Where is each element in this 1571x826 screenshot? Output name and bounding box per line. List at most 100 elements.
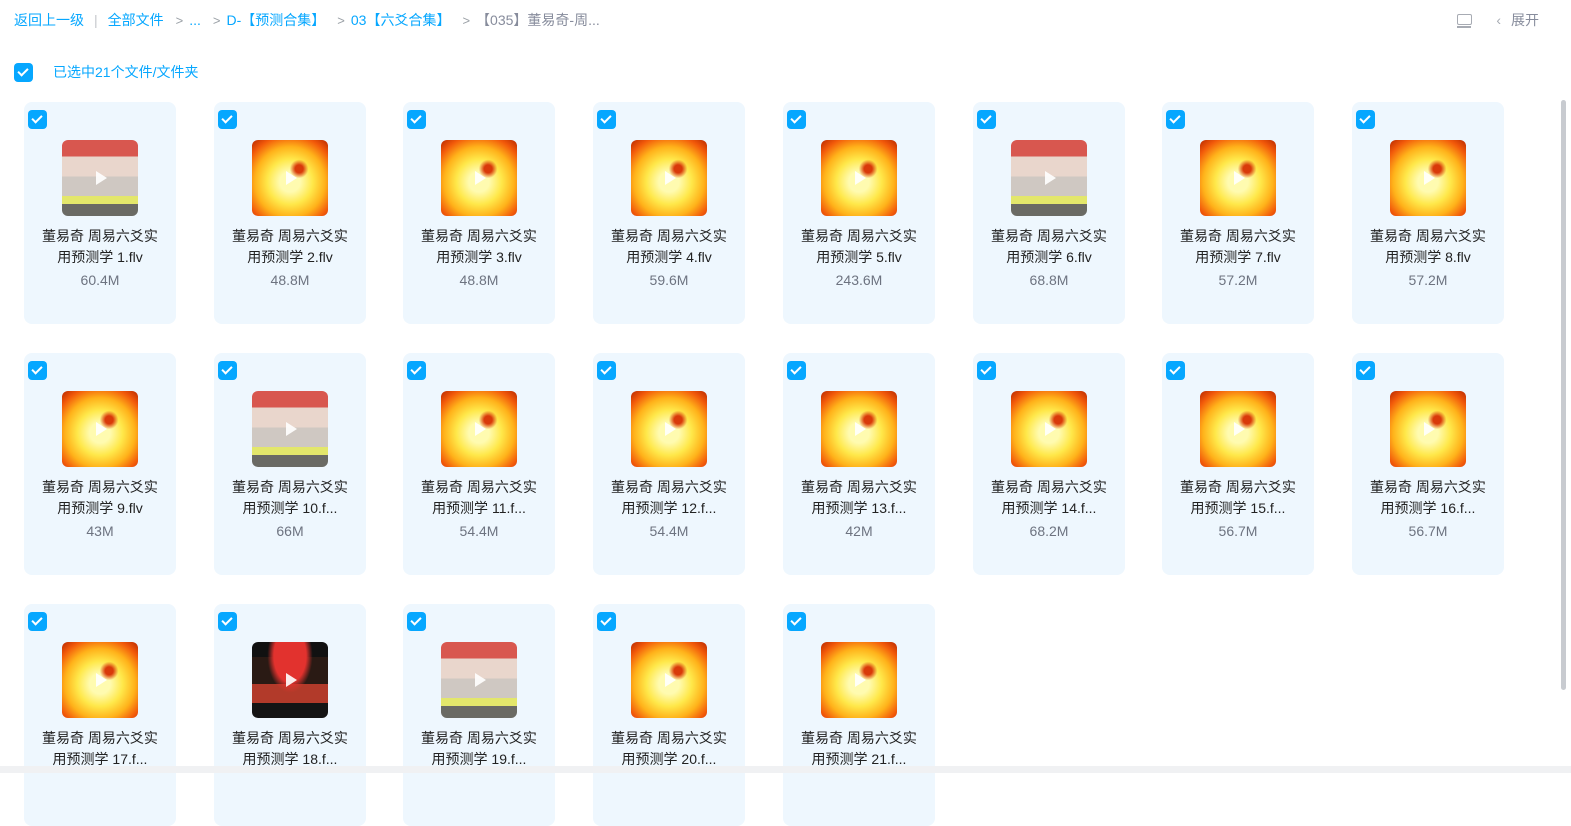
play-icon — [665, 422, 676, 436]
file-checkbox[interactable] — [407, 110, 426, 129]
file-card[interactable]: 董易奇 周易六爻实 用预测学 15.f... 56.7M — [1162, 353, 1314, 575]
play-icon — [286, 673, 297, 687]
file-card[interactable]: 董易奇 周易六爻实 用预测学 6.flv 68.8M — [973, 102, 1125, 324]
file-card[interactable]: 董易奇 周易六爻实 用预测学 18.f... — [214, 604, 366, 826]
video-thumbnail — [62, 642, 138, 718]
file-size: 59.6M — [649, 272, 689, 288]
file-card[interactable]: 董易奇 周易六爻实 用预测学 13.f... 42M — [783, 353, 935, 575]
file-name-line: 用预测学 5.flv — [816, 249, 902, 265]
breadcrumb: 返回上一级 | 全部文件 > ... > D-【预测合集】 > 03【六爻合集】… — [0, 0, 1571, 40]
file-name: 董易奇 周易六爻实 用预测学 11.f... — [411, 477, 547, 519]
file-card[interactable]: 董易奇 周易六爻实 用预测学 19.f... — [403, 604, 555, 826]
check-icon — [600, 112, 612, 124]
video-thumbnail — [1200, 391, 1276, 467]
file-checkbox[interactable] — [977, 361, 996, 380]
vertical-scrollbar[interactable] — [1561, 100, 1566, 690]
video-thumbnail — [441, 642, 517, 718]
file-card[interactable]: 董易奇 周易六爻实 用预测学 17.f... — [24, 604, 176, 826]
check-icon — [1169, 363, 1181, 375]
expand-button[interactable]: ‹ 展开 — [1496, 10, 1539, 30]
file-size: 54.4M — [649, 523, 689, 539]
video-thumbnail — [1200, 140, 1276, 216]
file-name-line: 用预测学 4.flv — [626, 249, 712, 265]
file-name: 董易奇 周易六爻实 用预测学 1.flv — [32, 226, 168, 268]
file-card[interactable]: 董易奇 周易六爻实 用预测学 7.flv 57.2M — [1162, 102, 1314, 324]
file-name: 董易奇 周易六爻实 用预测学 8.flv — [1360, 226, 1496, 268]
file-checkbox[interactable] — [218, 110, 237, 129]
check-icon — [790, 363, 802, 375]
play-icon — [855, 673, 866, 687]
file-checkbox[interactable] — [28, 612, 47, 631]
file-card[interactable]: 董易奇 周易六爻实 用预测学 20.f... — [593, 604, 745, 826]
file-card[interactable]: 董易奇 周易六爻实 用预测学 8.flv 57.2M — [1352, 102, 1504, 324]
file-checkbox[interactable] — [787, 361, 806, 380]
file-checkbox[interactable] — [977, 110, 996, 129]
file-name: 董易奇 周易六爻实 用预测学 13.f... — [791, 477, 927, 519]
video-thumbnail — [1011, 140, 1087, 216]
file-card[interactable]: 董易奇 周易六爻实 用预测学 14.f... 68.2M — [973, 353, 1125, 575]
file-checkbox[interactable] — [218, 361, 237, 380]
file-name-line: 用预测学 11.f... — [432, 500, 526, 516]
file-checkbox[interactable] — [597, 612, 616, 631]
select-all-checkbox[interactable] — [14, 62, 33, 82]
file-checkbox[interactable] — [1166, 110, 1185, 129]
play-icon — [475, 673, 486, 687]
file-card[interactable]: 董易奇 周易六爻实 用预测学 3.flv 48.8M — [403, 102, 555, 324]
video-thumbnail — [1011, 391, 1087, 467]
file-checkbox[interactable] — [597, 361, 616, 380]
check-icon — [31, 614, 43, 626]
back-link[interactable]: 返回上一级 — [14, 10, 84, 30]
file-card[interactable]: 董易奇 周易六爻实 用预测学 21.f... — [783, 604, 935, 826]
breadcrumb-level1[interactable]: D-【预测合集】 — [227, 10, 326, 30]
file-checkbox[interactable] — [28, 110, 47, 129]
toolbar: ‹ 展开 — [1456, 10, 1539, 30]
file-name-line: 董易奇 周易六爻实 — [421, 228, 537, 244]
file-checkbox[interactable] — [787, 612, 806, 631]
file-checkbox[interactable] — [28, 361, 47, 380]
file-card[interactable]: 董易奇 周易六爻实 用预测学 16.f... 56.7M — [1352, 353, 1504, 575]
play-icon — [1424, 422, 1435, 436]
file-card[interactable]: 董易奇 周易六爻实 用预测学 1.flv 60.4M — [24, 102, 176, 324]
file-name-line: 董易奇 周易六爻实 — [991, 228, 1107, 244]
play-icon — [1045, 422, 1056, 436]
file-name: 董易奇 周易六爻实 用预测学 3.flv — [411, 226, 547, 268]
breadcrumb-all-files[interactable]: 全部文件 — [108, 10, 164, 30]
file-checkbox[interactable] — [218, 612, 237, 631]
file-size: 48.8M — [270, 272, 310, 288]
file-card[interactable]: 董易奇 周易六爻实 用预测学 5.flv 243.6M — [783, 102, 935, 324]
list-view-icon[interactable] — [1456, 12, 1473, 28]
file-checkbox[interactable] — [1356, 361, 1375, 380]
play-icon — [665, 171, 676, 185]
file-card[interactable]: 董易奇 周易六爻实 用预测学 10.f... 66M — [214, 353, 366, 575]
breadcrumb-divider: | — [94, 12, 98, 28]
file-name: 董易奇 周易六爻实 用预测学 15.f... — [1170, 477, 1306, 519]
file-card[interactable]: 董易奇 周易六爻实 用预测学 2.flv 48.8M — [214, 102, 366, 324]
file-checkbox[interactable] — [1356, 110, 1375, 129]
file-name-line: 董易奇 周易六爻实 — [1180, 228, 1296, 244]
play-icon — [96, 171, 107, 185]
file-card[interactable]: 董易奇 周易六爻实 用预测学 11.f... 54.4M — [403, 353, 555, 575]
play-icon — [1424, 171, 1435, 185]
file-name-line: 董易奇 周易六爻实 — [801, 730, 917, 746]
file-card[interactable]: 董易奇 周易六爻实 用预测学 9.flv 43M — [24, 353, 176, 575]
play-icon — [1234, 171, 1245, 185]
file-checkbox[interactable] — [407, 361, 426, 380]
file-name-line: 董易奇 周易六爻实 — [421, 730, 537, 746]
video-thumbnail — [821, 642, 897, 718]
breadcrumb-current: 【035】董易奇-周... — [476, 12, 600, 28]
file-card[interactable]: 董易奇 周易六爻实 用预测学 12.f... 54.4M — [593, 353, 745, 575]
file-checkbox[interactable] — [1166, 361, 1185, 380]
file-checkbox[interactable] — [787, 110, 806, 129]
file-checkbox[interactable] — [407, 612, 426, 631]
breadcrumb-level2[interactable]: 03【六爻合集】 — [351, 10, 451, 30]
check-icon — [790, 614, 802, 626]
file-card[interactable]: 董易奇 周易六爻实 用预测学 4.flv 59.6M — [593, 102, 745, 324]
file-name-line: 用预测学 10.f... — [242, 500, 338, 516]
video-thumbnail — [821, 140, 897, 216]
breadcrumb-ellipsis[interactable]: ... — [189, 12, 201, 28]
file-checkbox[interactable] — [597, 110, 616, 129]
video-thumbnail — [252, 140, 328, 216]
file-name-line: 董易奇 周易六爻实 — [801, 228, 917, 244]
file-name-line: 用预测学 2.flv — [247, 249, 333, 265]
file-name-line: 用预测学 9.flv — [57, 500, 143, 516]
